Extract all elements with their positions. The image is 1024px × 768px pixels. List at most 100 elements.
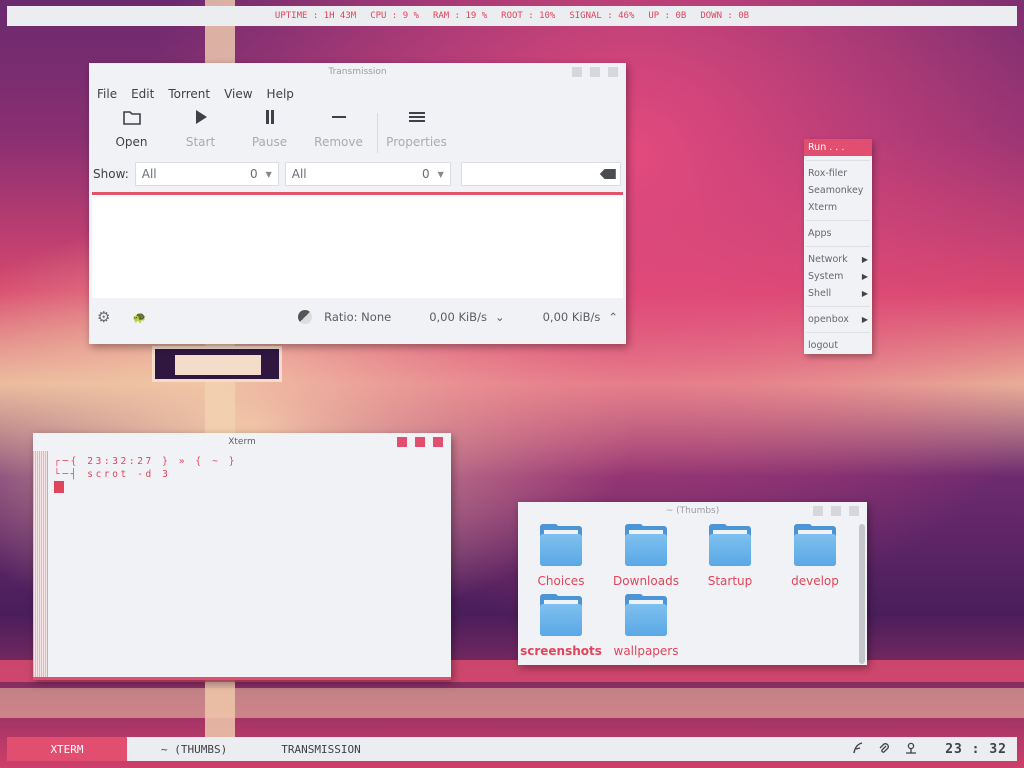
file-manager-titlebar[interactable]: ~ (Thumbs) (518, 502, 867, 520)
remove-label: Remove (314, 135, 363, 149)
signal-stat: SIGNAL : 46% (569, 11, 635, 21)
command-line: └─┤ scrot -d 3 (54, 469, 171, 480)
ratio-text: Ratio: None (324, 310, 392, 324)
properties-button[interactable]: Properties (382, 109, 451, 149)
paperclip-icon[interactable] (879, 742, 890, 757)
menu-item-openbox[interactable]: openbox ▶ (804, 311, 872, 328)
menu-file[interactable]: File (97, 87, 117, 101)
open-label: Open (115, 135, 148, 149)
combo-count: 0 (421, 167, 430, 181)
window-title: Xterm (228, 437, 256, 447)
upload-speed: 0,00 KiB/s (542, 310, 601, 324)
task-label: ~ (THUMBS) (161, 742, 228, 756)
maximize-button[interactable] (831, 506, 841, 516)
chevron-up-icon: ⌃ (608, 310, 618, 324)
transmission-titlebar[interactable]: Transmission (89, 63, 626, 81)
folder-item[interactable]: Choices (518, 524, 604, 588)
minus-icon (331, 109, 347, 129)
folder-item[interactable]: screenshots (518, 594, 604, 658)
combo-value: All (141, 167, 157, 181)
start-label: Start (185, 135, 216, 149)
minimize-button[interactable] (572, 67, 582, 77)
ratio-yinyang-icon[interactable] (298, 310, 313, 324)
menu-separator (806, 220, 870, 221)
chevron-down-icon: ▼ (265, 169, 272, 179)
terminal-output[interactable]: ┌─{ 23:32:27 } » { ~ } └─┤ scrot -d 3 (48, 451, 243, 677)
user-icon[interactable] (905, 742, 917, 757)
wallpaper-one-way-sign (152, 346, 282, 382)
terminal-body[interactable]: ┌─{ 23:32:27 } » { ~ } └─┤ scrot -d 3 (33, 451, 451, 677)
pause-button[interactable]: Pause (235, 109, 304, 149)
remove-button[interactable]: Remove (304, 109, 373, 149)
folder-icon (625, 594, 667, 636)
pause-label: Pause (251, 135, 288, 149)
folder-item[interactable]: develop (772, 524, 858, 588)
search-input[interactable] (460, 162, 621, 186)
filter-row: Show: All 0 ▼ All 0 ▼ (89, 159, 626, 189)
menu-item-apps[interactable]: Apps (804, 225, 872, 242)
gear-icon[interactable]: ⚙ (97, 308, 110, 326)
folder-icon (625, 524, 667, 566)
menu-item-network[interactable]: Network ▶ (804, 251, 872, 268)
maximize-button[interactable] (415, 437, 425, 447)
task-label: TRANSMISSION (281, 742, 361, 756)
folder-label: screenshots (520, 644, 602, 658)
minimize-button[interactable] (397, 437, 407, 447)
maximize-button[interactable] (590, 67, 600, 77)
start-button[interactable]: Start (166, 109, 235, 149)
task-xterm[interactable]: XTERM (7, 737, 127, 761)
activity-filter-combo[interactable]: All 0 ▼ (134, 162, 279, 186)
menu-item-roxfiler[interactable]: Rox-filer (804, 165, 872, 182)
menu-item-seamonkey[interactable]: Seamonkey (804, 182, 872, 199)
menu-torrent[interactable]: Torrent (168, 87, 210, 101)
download-speed: 0,00 KiB/s (429, 310, 487, 324)
close-button[interactable] (849, 506, 859, 516)
folder-item[interactable]: Startup (687, 524, 773, 588)
transmission-statusbar: ⚙ 🐢 Ratio: None 0,00 KiB/s ⌄ 0,00 KiB/s … (89, 298, 626, 336)
taskbar-panel: XTERM ~ (THUMBS) TRANSMISSION 23 : 32 (7, 737, 1017, 761)
menu-item-label: openbox (808, 314, 849, 325)
menu-item-run[interactable]: Run . . . (804, 139, 872, 156)
window-title: ~ (Thumbs) (665, 506, 720, 516)
task-thumbs[interactable]: ~ (THUMBS) (127, 737, 261, 761)
combo-value: All (291, 167, 307, 181)
folder-item[interactable]: wallpapers (603, 594, 689, 658)
tracker-filter-combo[interactable]: All 0 ▼ (284, 162, 451, 186)
terminal-scrollbar[interactable] (33, 451, 48, 677)
folder-label: Choices (537, 574, 585, 588)
menu-lines-icon (408, 109, 425, 129)
turtle-icon[interactable]: 🐢 (132, 311, 146, 324)
folder-label: wallpapers (613, 644, 679, 658)
menu-help[interactable]: Help (267, 87, 294, 101)
menu-item-shell[interactable]: Shell ▶ (804, 285, 872, 302)
folder-item[interactable]: Downloads (603, 524, 689, 588)
minimize-button[interactable] (813, 506, 823, 516)
task-label: XTERM (50, 742, 84, 756)
feather-icon[interactable] (853, 741, 863, 757)
menu-item-xterm[interactable]: Xterm (804, 199, 872, 216)
vertical-scrollbar[interactable] (859, 524, 865, 664)
close-button[interactable] (433, 437, 443, 447)
clock: 23 : 32 (945, 741, 1007, 757)
pause-icon (263, 109, 277, 129)
menu-separator (806, 306, 870, 307)
menu-item-label: Run . . . (808, 142, 845, 153)
close-button[interactable] (608, 67, 618, 77)
torrent-list[interactable] (92, 192, 623, 298)
menu-item-system[interactable]: System ▶ (804, 268, 872, 285)
download-stat: DOWN : 0B (700, 11, 750, 21)
menu-item-logout[interactable]: logout (804, 337, 872, 354)
menu-item-label: Seamonkey (808, 185, 864, 196)
file-manager-window: ~ (Thumbs) Choices Downloads Startup dev… (518, 502, 867, 665)
open-button[interactable]: Open (97, 109, 166, 149)
system-status-bar: UPTIME : 1H 43M CPU : 9 % RAM : 19 % ROO… (7, 6, 1017, 26)
folder-label: develop (791, 574, 839, 588)
menu-edit[interactable]: Edit (131, 87, 154, 101)
wallpaper-stripe-light (0, 688, 1024, 718)
xterm-titlebar[interactable]: Xterm (33, 433, 451, 451)
backspace-clear-icon[interactable] (599, 169, 616, 179)
menu-item-label: System (808, 271, 844, 282)
window-border (33, 677, 451, 680)
menu-view[interactable]: View (224, 87, 252, 101)
task-transmission[interactable]: TRANSMISSION (261, 737, 394, 761)
